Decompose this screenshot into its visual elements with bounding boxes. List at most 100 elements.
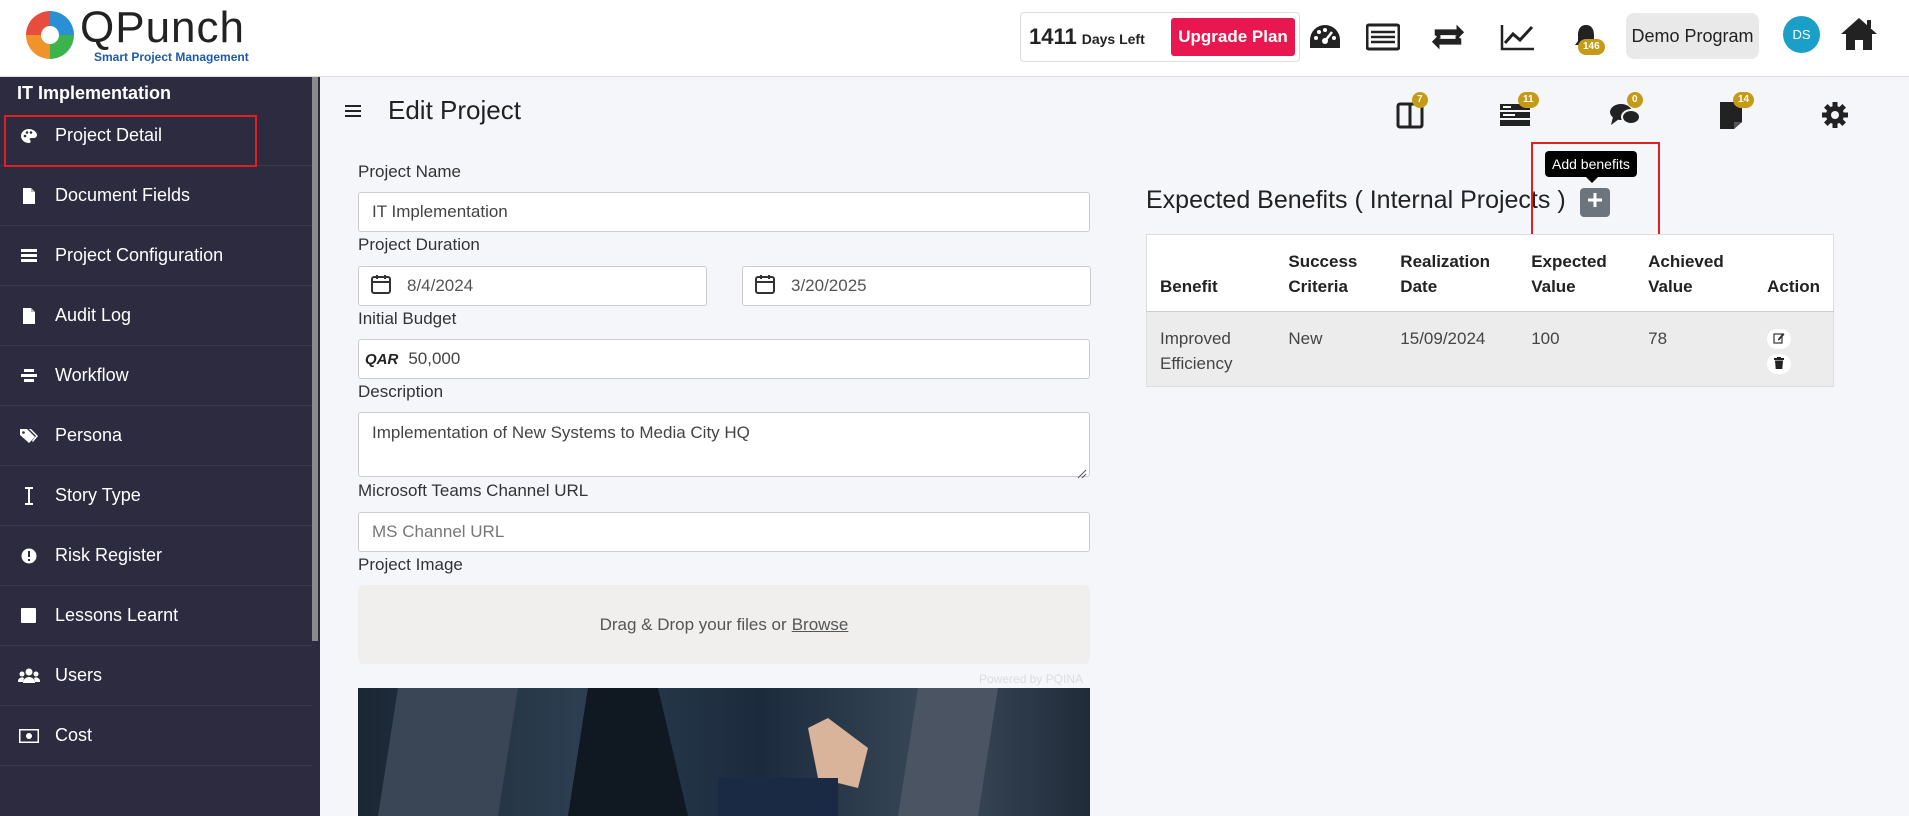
sidebar-item-audit-log[interactable]: Audit Log [0, 286, 312, 346]
backlog-badge: 11 [1518, 92, 1539, 108]
chat-icon[interactable]: 0 [1607, 92, 1643, 133]
project-image-preview [358, 688, 1090, 816]
logo-subtitle: Smart Project Management [94, 50, 249, 64]
dashboard-icon[interactable] [1307, 20, 1343, 54]
date-cell: 15/09/2024 [1387, 311, 1519, 387]
col-header: Action [1754, 234, 1834, 312]
tags-icon [0, 428, 55, 444]
qpunch-logo[interactable]: QPunch Smart Project Management [24, 6, 249, 64]
col-header: Realization Date [1387, 234, 1519, 312]
budget-value: 50,000 [408, 349, 461, 368]
table-row: Improved Efficiency New 15/09/2024 100 7… [1146, 311, 1834, 387]
program-selector-button[interactable]: Demo Program [1626, 13, 1759, 59]
calendar-icon [755, 274, 775, 299]
square-icon [0, 608, 55, 623]
sidebar-item-lessons-learnt[interactable]: Lessons Learnt [0, 586, 312, 646]
criteria-cell: New [1275, 311, 1388, 387]
settings-gear-icon[interactable] [1817, 97, 1853, 133]
text-cursor-icon [0, 486, 55, 505]
file-dropzone[interactable]: Drag & Drop your files or Browse [358, 585, 1090, 664]
col-header: Achieved Value [1635, 234, 1755, 312]
calendar-icon [371, 274, 391, 299]
list-icon [0, 248, 55, 264]
sidebar-item-label: Cost [55, 725, 93, 745]
notes-icon[interactable]: 14 [1713, 92, 1755, 133]
money-icon [0, 728, 55, 743]
start-date-value: 8/4/2024 [407, 276, 474, 295]
powered-by-text: Powered by PQINA [979, 672, 1084, 686]
backlog-icon[interactable]: 11 [1497, 92, 1539, 133]
sidebar-scrollbar[interactable] [312, 77, 318, 641]
sidebar-item-label: Document Fields [55, 185, 191, 205]
users-icon [0, 668, 55, 684]
budget-input[interactable]: QAR 50,000 [358, 339, 1090, 379]
start-date-input[interactable]: 8/4/2024 [358, 266, 707, 306]
end-date-input[interactable]: 3/20/2025 [742, 266, 1091, 306]
sidebar-item-story-type[interactable]: Story Type [0, 466, 312, 526]
highlight-outline [1531, 142, 1660, 236]
sidebar-project-name: IT Implementation [17, 83, 172, 103]
sync-icon[interactable] [1430, 20, 1466, 54]
end-date-value: 3/20/2025 [791, 276, 867, 295]
col-header: Expected Value [1518, 234, 1636, 312]
exclamation-icon [0, 548, 55, 564]
chat-badge: 0 [1627, 92, 1643, 108]
days-left-label: Days Left [1081, 31, 1145, 47]
project-name-input[interactable]: IT Implementation [358, 192, 1090, 232]
sidebar-item-label: Audit Log [55, 305, 132, 325]
dropzone-text: Drag & Drop your files or [599, 614, 787, 634]
days-left-count: 1411 [1029, 24, 1077, 49]
logo-title: QPunch [80, 3, 245, 52]
user-avatar[interactable]: DS [1783, 16, 1820, 53]
sidebar-item-persona[interactable]: Persona [0, 406, 312, 466]
description-label: Description [358, 382, 444, 401]
board-badge: 7 [1412, 92, 1428, 108]
notification-bell-icon[interactable]: 146 [1568, 20, 1605, 55]
trend-chart-icon[interactable] [1500, 20, 1536, 54]
upgrade-plan-button[interactable]: Upgrade Plan [1171, 18, 1295, 56]
teams-url-label: Microsoft Teams Channel URL [358, 481, 589, 500]
edit-button[interactable] [1767, 326, 1792, 351]
currency-label: QAR [365, 350, 399, 368]
top-bar: QPunch Smart Project Management 1411 Day… [0, 0, 1909, 77]
notification-badge: 146 [1578, 39, 1605, 55]
sidebar-item-cost[interactable]: Cost [0, 706, 312, 766]
col-header: Benefit [1146, 234, 1276, 312]
project-name-label: Project Name [358, 162, 461, 181]
col-header: Success Criteria [1275, 234, 1388, 312]
plan-status: 1411 Days Left Upgrade Plan [1020, 12, 1300, 62]
document-icon [0, 307, 55, 325]
edit-icon [1773, 326, 1785, 351]
list-view-icon[interactable] [1365, 20, 1401, 54]
document-icon [0, 187, 55, 205]
sidebar-item-label: Workflow [55, 365, 129, 385]
sidebar-item-document-fields[interactable]: Document Fields [0, 166, 312, 226]
sidebar-item-project-configuration[interactable]: Project Configuration [0, 226, 312, 286]
sidebar-item-label: Story Type [55, 485, 141, 505]
home-icon[interactable] [1838, 14, 1880, 54]
sidebar-item-users[interactable]: Users [0, 646, 312, 706]
page-title: Edit Project [388, 95, 521, 125]
board-icon[interactable]: 7 [1392, 92, 1428, 133]
active-item-highlight [4, 115, 257, 167]
workflow-icon [0, 368, 55, 384]
description-textarea[interactable]: Implementation of New Systems to Media C… [358, 412, 1090, 479]
sidebar-item-label: Persona [55, 425, 123, 445]
sidebar-item-workflow[interactable]: Workflow [0, 346, 312, 406]
benefit-cell: Improved Efficiency [1146, 311, 1276, 387]
sidebar-item-label: Project Configuration [55, 245, 224, 265]
sidebar: IT Implementation Project Detail Documen… [0, 77, 320, 816]
benefits-title: Expected Benefits ( Internal Projects ) [1146, 186, 1566, 214]
initial-budget-label: Initial Budget [358, 309, 457, 328]
delete-button[interactable] [1767, 353, 1792, 374]
project-image-label: Project Image [358, 555, 463, 574]
sidebar-item-label: Risk Register [55, 545, 163, 565]
notes-badge: 14 [1733, 92, 1755, 108]
sidebar-item-label: Lessons Learnt [55, 605, 179, 625]
hamburger-menu-icon[interactable] [345, 104, 365, 120]
browse-link[interactable]: Browse [792, 615, 849, 635]
resize-grip-icon[interactable] [1077, 464, 1087, 479]
action-cell [1754, 311, 1834, 387]
sidebar-item-risk-register[interactable]: Risk Register [0, 526, 312, 586]
teams-url-input[interactable]: MS Channel URL [358, 512, 1090, 552]
